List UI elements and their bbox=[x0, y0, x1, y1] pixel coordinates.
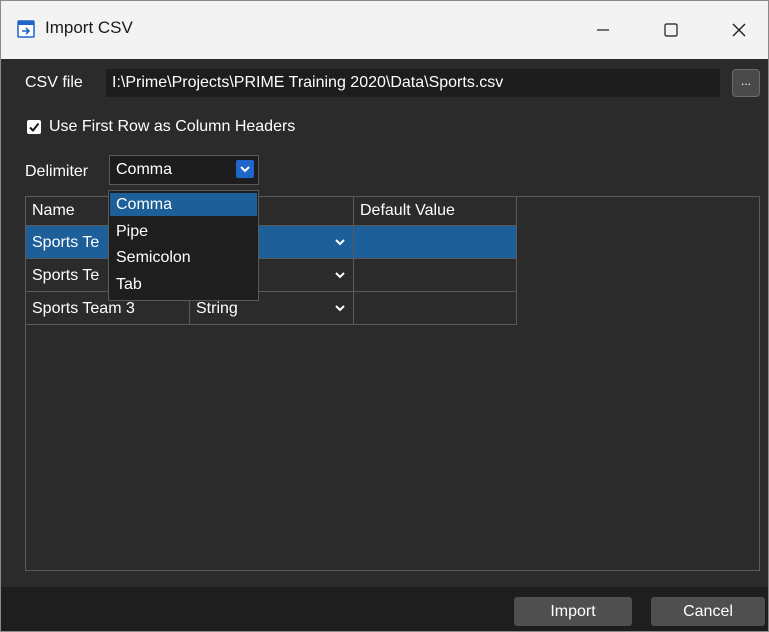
delimiter-selected-value: Comma bbox=[116, 161, 173, 178]
cancel-button[interactable]: Cancel bbox=[651, 597, 765, 626]
dialog-footer: Import Cancel bbox=[1, 587, 768, 631]
chevron-down-icon[interactable] bbox=[334, 237, 346, 247]
maximize-icon bbox=[664, 23, 678, 37]
import-icon bbox=[17, 20, 35, 38]
import-csv-dialog: Import CSV CSV file I:\Prime\Projects\PR… bbox=[0, 0, 769, 632]
chevron-down-icon bbox=[240, 166, 250, 173]
import-button[interactable]: Import bbox=[514, 597, 632, 626]
minimize-button[interactable] bbox=[573, 1, 633, 59]
close-icon bbox=[732, 23, 746, 37]
chevron-down-icon[interactable] bbox=[334, 270, 346, 280]
delimiter-dropdown-button[interactable] bbox=[236, 160, 254, 178]
chevron-down-icon[interactable] bbox=[334, 303, 346, 313]
check-icon bbox=[29, 122, 40, 133]
delimiter-option-semicolon[interactable]: Semicolon bbox=[110, 246, 257, 269]
delimiter-dropdown-list: Comma Pipe Semicolon Tab bbox=[108, 190, 259, 301]
table-row-default-cell[interactable] bbox=[354, 259, 517, 292]
table-row-default-cell[interactable] bbox=[354, 292, 517, 325]
type-value: String bbox=[196, 300, 238, 317]
delimiter-option-comma[interactable]: Comma bbox=[110, 193, 257, 216]
maximize-button[interactable] bbox=[641, 1, 701, 59]
delimiter-label: Delimiter bbox=[25, 163, 89, 180]
minimize-icon bbox=[597, 29, 609, 31]
csv-file-label: CSV file bbox=[25, 74, 83, 91]
csv-path-field[interactable]: I:\Prime\Projects\PRIME Training 2020\Da… bbox=[106, 69, 720, 97]
close-button[interactable] bbox=[709, 1, 769, 59]
dialog-body: CSV file I:\Prime\Projects\PRIME Trainin… bbox=[1, 59, 768, 631]
delimiter-select[interactable]: Comma bbox=[109, 155, 259, 185]
column-header-default-value[interactable]: Default Value bbox=[354, 197, 517, 226]
window-title: Import CSV bbox=[45, 18, 133, 37]
title-bar: Import CSV bbox=[1, 1, 768, 59]
table-row-default-cell[interactable] bbox=[354, 226, 517, 259]
delimiter-option-tab[interactable]: Tab bbox=[110, 273, 257, 296]
delimiter-option-pipe[interactable]: Pipe bbox=[110, 220, 257, 243]
browse-button[interactable]: ... bbox=[732, 69, 760, 97]
first-row-headers-checkbox[interactable] bbox=[27, 120, 41, 134]
first-row-headers-label: Use First Row as Column Headers bbox=[49, 118, 296, 135]
